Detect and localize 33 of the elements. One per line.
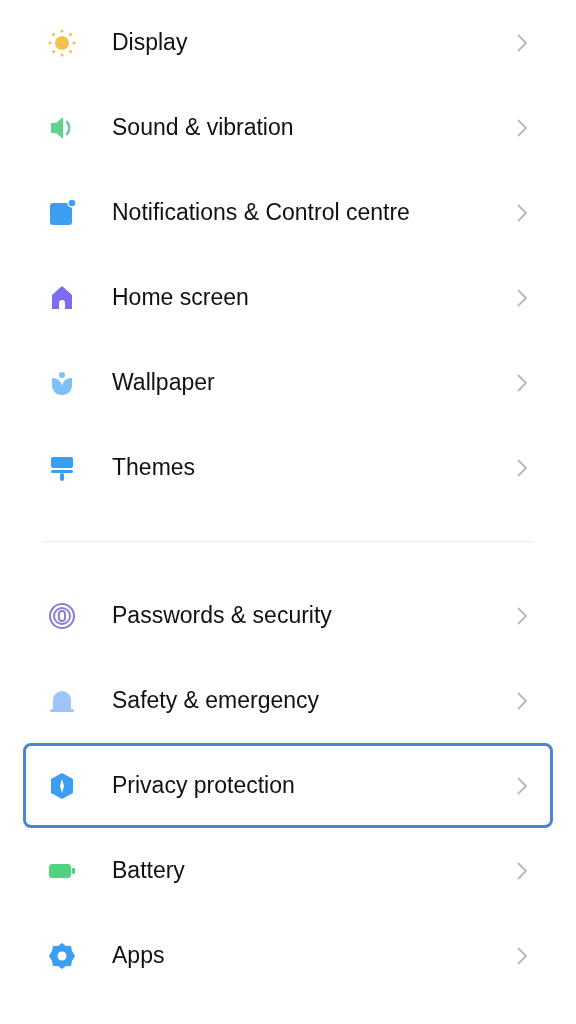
- item-label: Battery: [112, 856, 186, 886]
- settings-item[interactable]: Safety & emergency: [23, 658, 553, 743]
- chevron-right-icon: [516, 372, 528, 393]
- chevron-right-icon: [516, 690, 528, 711]
- chevron-right-icon: [516, 117, 528, 138]
- settings-item[interactable]: Notifications & Control centre: [23, 170, 553, 255]
- item-label: Privacy protection: [112, 771, 296, 801]
- item-label: Home screen: [112, 283, 250, 313]
- chevron-right-icon: [516, 605, 528, 626]
- item-label: Apps: [112, 941, 166, 971]
- chevron-right-icon: [516, 945, 528, 966]
- chevron-right-icon: [516, 860, 528, 881]
- settings-item[interactable]: Apps: [23, 913, 553, 998]
- item-label: Wallpaper: [112, 368, 216, 398]
- chevron-right-icon: [516, 202, 528, 223]
- chevron-right-icon: [516, 775, 528, 796]
- item-label: Notifications & Control centre: [112, 198, 411, 228]
- settings-item[interactable]: Home screen: [23, 255, 553, 340]
- settings-item[interactable]: Themes: [23, 425, 553, 510]
- chevron-right-icon: [516, 287, 528, 308]
- settings-item[interactable]: Passwords & security: [23, 573, 553, 658]
- item-label: Sound & vibration: [112, 113, 295, 143]
- settings-item[interactable]: Display: [23, 0, 553, 85]
- item-label: Themes: [112, 453, 197, 483]
- item-label: Passwords & security: [112, 601, 333, 631]
- settings-item[interactable]: Sound & vibration: [23, 85, 553, 170]
- chevron-right-icon: [516, 32, 528, 53]
- chevron-right-icon: [516, 457, 528, 478]
- item-label: Display: [112, 28, 189, 58]
- settings-item[interactable]: Wallpaper: [23, 340, 553, 425]
- settings-item[interactable]: Privacy protection: [23, 743, 553, 828]
- item-label: Safety & emergency: [112, 686, 321, 716]
- settings-item[interactable]: Battery: [23, 828, 553, 913]
